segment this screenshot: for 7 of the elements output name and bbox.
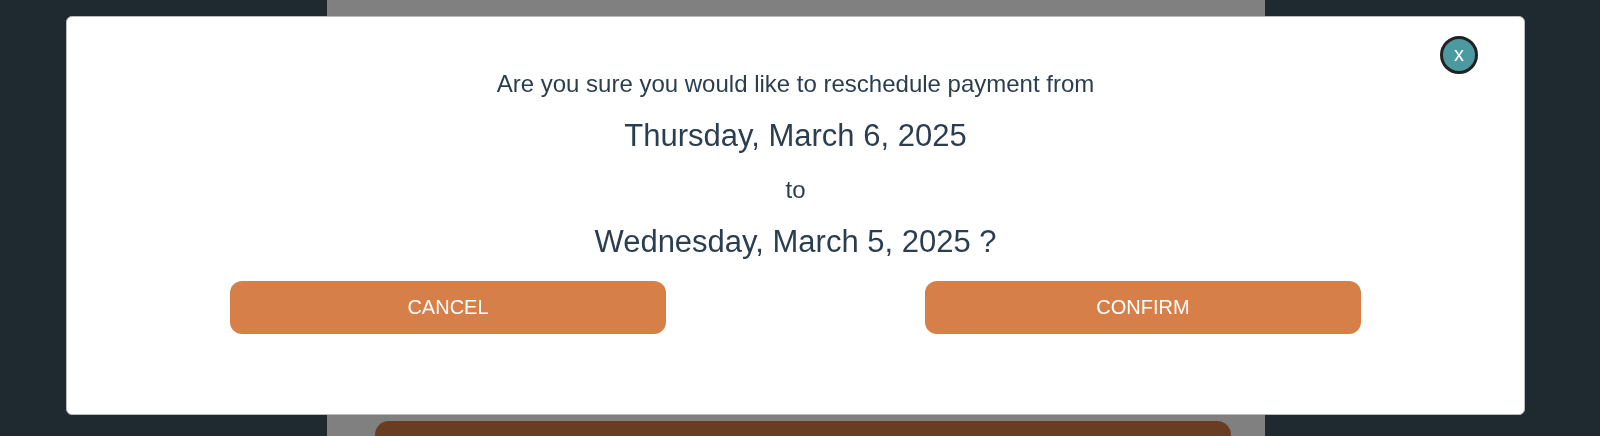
cancel-button[interactable]: CANCEL	[230, 281, 666, 334]
question-text: Are you sure you would like to reschedule payment from	[496, 69, 1095, 99]
close-button[interactable]: x	[1440, 36, 1478, 74]
from-date: Thursday, March 6, 2025	[624, 117, 967, 155]
to-date: Wednesday, March 5, 2025 ?	[594, 223, 997, 261]
confirm-button[interactable]: CONFIRM	[925, 281, 1361, 334]
connector-text: to	[785, 175, 806, 205]
